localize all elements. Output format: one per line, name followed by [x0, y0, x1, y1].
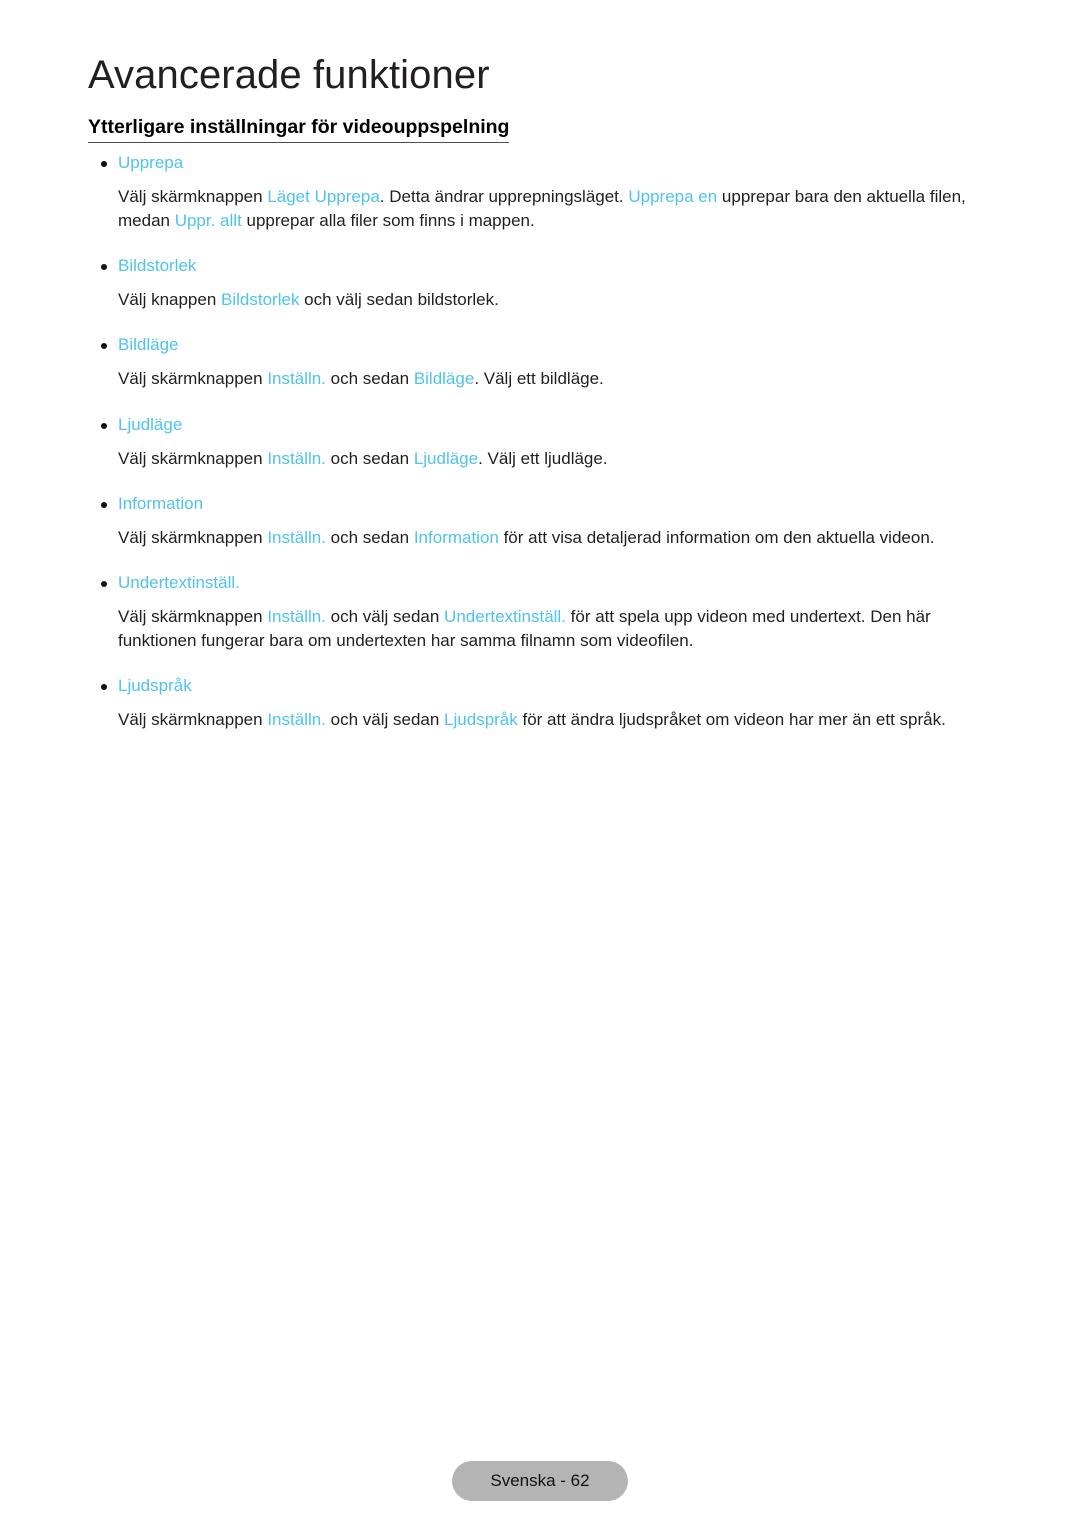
topic-body: Välj skärmknappen Inställn. och sedan Bi… — [88, 367, 988, 391]
topic-item: Ljudläge Välj skärmknappen Inställn. och … — [88, 414, 988, 471]
ui-term-reference: Inställn. — [267, 448, 326, 468]
body-text-run: för att visa detaljerad information om d… — [498, 527, 935, 547]
body-text-run: . Detta ändrar upprepningsläget. — [379, 187, 629, 206]
ui-term-reference: Läget Upprepa — [267, 187, 380, 206]
ui-term-reference: Bildstorlek — [221, 290, 300, 310]
topic-body: Välj skärmknappen Läget Upprepa. Detta ä… — [88, 185, 988, 233]
topic-body: Välj skärmknappen Inställn. och välj sed… — [88, 708, 988, 732]
body-text-run: och sedan — [325, 448, 414, 468]
body-text-run: och välj sedan bildstorlek. — [299, 290, 499, 310]
topic-title: Information — [88, 493, 988, 517]
ui-term-reference: Ljudläge — [413, 448, 479, 468]
ui-term-reference: Inställn. — [267, 606, 326, 626]
ui-term-reference: Bildläge — [413, 369, 475, 389]
page-footer-badge: Svenska - 62 — [452, 1461, 628, 1501]
topic-title-label: Bildstorlek — [118, 256, 197, 276]
bullet-icon — [101, 580, 107, 587]
body-text-run: Välj skärmknappen — [118, 527, 268, 547]
body-text-run: Välj skärmknappen — [118, 448, 268, 468]
topic-item: Upprepa Välj skärmknappen Läget Upprepa. … — [88, 152, 988, 233]
body-text-run: och välj sedan — [325, 606, 445, 626]
bullet-icon — [101, 161, 107, 167]
ui-term-reference: Ljudspråk — [444, 710, 518, 729]
bullet-icon — [101, 422, 107, 429]
topic-body: Välj knappen Bildstorlek och välj sedan … — [88, 288, 988, 312]
topic-title-label: Undertextinställ. — [118, 572, 240, 592]
topic-item: Undertextinställ. Välj skärmknappen Instä… — [88, 572, 988, 653]
topic-item: Information Välj skärmknappen Inställn. o… — [88, 493, 988, 550]
ui-term-reference: Upprepa en — [628, 187, 718, 206]
chapter-title: Avancerade funktioner — [88, 53, 490, 97]
bullet-icon — [101, 684, 107, 690]
body-text-run: för att ändra ljudspråket om videon har … — [517, 710, 946, 729]
body-text-run: Välj skärmknappen — [118, 606, 268, 626]
ui-term-reference: Undertextinställ. — [444, 606, 566, 626]
body-text-run: . Välj ett bildläge. — [474, 369, 604, 389]
body-text-run: och sedan — [325, 369, 414, 389]
body-text-run: Välj skärmknappen — [118, 187, 268, 206]
topic-item: Bildstorlek Välj knappen Bildstorlek och … — [88, 255, 988, 312]
topic-title: Undertextinställ. — [88, 572, 988, 596]
ui-term-reference: Uppr. allt — [174, 211, 242, 231]
body-text-run: Välj knappen — [118, 290, 222, 310]
body-text-run: . Välj ett ljudläge. — [478, 448, 608, 468]
ui-term-reference: Inställn. — [267, 710, 326, 729]
topic-item: Ljudspråk Välj skärmknappen Inställn. och… — [88, 675, 988, 732]
body-text-run: upprepar alla filer som finns i mappen. — [241, 211, 535, 231]
topic-title: Ljudläge — [88, 414, 988, 438]
body-text-run: och välj sedan — [325, 710, 445, 729]
topic-title: Upprepa — [88, 152, 988, 176]
topic-title: Ljudspråk — [88, 675, 988, 699]
topic-title: Bildstorlek — [88, 255, 988, 279]
ui-term-reference: Inställn. — [267, 369, 326, 389]
ui-term-reference: Inställn. — [267, 527, 326, 547]
topic-title-label: Ljudspråk — [118, 676, 192, 695]
body-text-run: Välj skärmknappen — [118, 369, 268, 389]
topic-title: Bildläge — [88, 334, 988, 358]
topic-item: Bildläge Välj skärmknappen Inställn. och … — [88, 334, 988, 391]
topic-list: Upprepa Välj skärmknappen Läget Upprepa. … — [88, 152, 988, 732]
ui-term-reference: Information — [413, 527, 499, 547]
body-text-run: Välj skärmknappen — [118, 710, 268, 729]
topic-body: Välj skärmknappen Inställn. och sedan In… — [88, 526, 988, 550]
body-text-run: och sedan — [325, 527, 414, 547]
topic-title-label: Information — [118, 493, 204, 513]
topic-body: Välj skärmknappen Inställn. och välj sed… — [88, 605, 988, 653]
topic-title-label: Upprepa — [118, 153, 184, 172]
document-page: Avancerade funktioner Ytterligare instäl… — [0, 0, 1080, 1534]
bullet-icon — [101, 264, 107, 271]
section-heading: Ytterligare inställningar för videouppsp… — [88, 116, 510, 144]
bullet-icon — [101, 343, 107, 350]
topic-title-label: Ljudläge — [118, 414, 183, 434]
bullet-icon — [101, 501, 107, 508]
topic-body: Välj skärmknappen Inställn. och sedan Lj… — [88, 447, 988, 471]
topic-title-label: Bildläge — [118, 335, 179, 355]
